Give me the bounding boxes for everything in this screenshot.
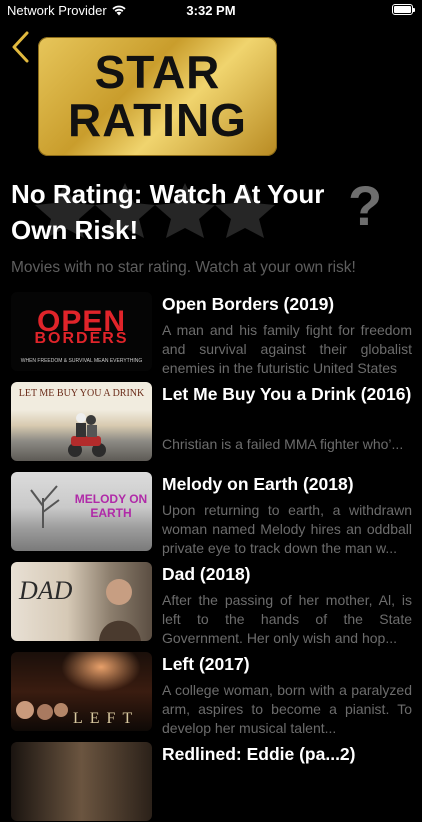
movie-row-let-me-buy-you-a-drink[interactable]: LET ME BUY YOU A DRINK Let Me Buy You a …: [0, 382, 422, 462]
movie-description: A college woman, born with a paralyzed a…: [162, 682, 412, 736]
page-subtitle: Movies with no star rating. Watch at you…: [11, 259, 356, 276]
movie-title: Open Borders (2019): [162, 294, 335, 314]
poster-title: LET ME BUY YOU A DRINK: [18, 388, 145, 399]
movie-poster: DAD: [11, 562, 152, 641]
battery-icon: [392, 4, 415, 15]
movie-description: After the passing of her mother, Al, is …: [162, 592, 412, 646]
clock: 3:32 PM: [186, 3, 236, 18]
tree-icon: [30, 485, 60, 528]
badge-line-1: STAR: [94, 46, 221, 98]
movie-description: Upon returning to earth, a withdrawn wom…: [162, 502, 412, 556]
faces-icon: [16, 701, 68, 720]
movie-row-left[interactable]: LEFT Left (2017) A college woman, born w…: [0, 652, 422, 736]
poster-title-2: BORDERS: [34, 330, 129, 347]
page-title: No Rating: Watch At Your Own Risk!: [11, 179, 325, 245]
status-bar: Network Provider 3:32 PM: [0, 0, 422, 22]
movie-row-dad[interactable]: DAD Dad (2018) After the passing of her …: [0, 562, 422, 646]
movie-poster: LEFT: [11, 652, 152, 731]
poster-title: MELODY ON EARTH: [74, 492, 148, 520]
movie-row-open-borders[interactable]: OPEN BORDERS WHEN FREEDOM & SURVIVAL MEA…: [0, 292, 422, 376]
movie-poster: LET ME BUY YOU A DRINK: [11, 382, 152, 461]
movie-title: Let Me Buy You a Drink (2016): [162, 384, 412, 404]
movie-row-redlined-eddie[interactable]: Redlined: Eddie (pa...2): [0, 742, 422, 822]
back-chevron-icon[interactable]: [10, 30, 32, 64]
movie-poster: [11, 742, 152, 821]
movie-description: A man and his family fight for freedom a…: [162, 322, 412, 376]
movie-title: Melody on Earth (2018): [162, 474, 354, 494]
movie-title: Dad (2018): [162, 564, 251, 584]
portrait-icon: [99, 579, 141, 641]
poster-tagline: WHEN FREEDOM & SURVIVAL MEAN EVERYTHING: [20, 358, 143, 364]
movie-row-melody-on-earth[interactable]: MELODY ON EARTH Melody on Earth (2018) U…: [0, 472, 422, 556]
poster-title: LEFT: [73, 710, 140, 727]
badge-line-2: RATING: [68, 94, 247, 146]
scooter-riders-icon: [68, 413, 106, 457]
movie-description: Christian is a failed MMA fighter who’..…: [162, 436, 404, 452]
movie-poster: MELODY ON EARTH: [11, 472, 152, 551]
movie-poster: OPEN BORDERS WHEN FREEDOM & SURVIVAL MEA…: [11, 292, 152, 371]
poster-title: DAD: [19, 576, 73, 605]
movie-title: Redlined: Eddie (pa...2): [162, 744, 356, 764]
movie-title: Left (2017): [162, 654, 250, 674]
star-rating-badge: STAR RATING: [38, 37, 277, 156]
